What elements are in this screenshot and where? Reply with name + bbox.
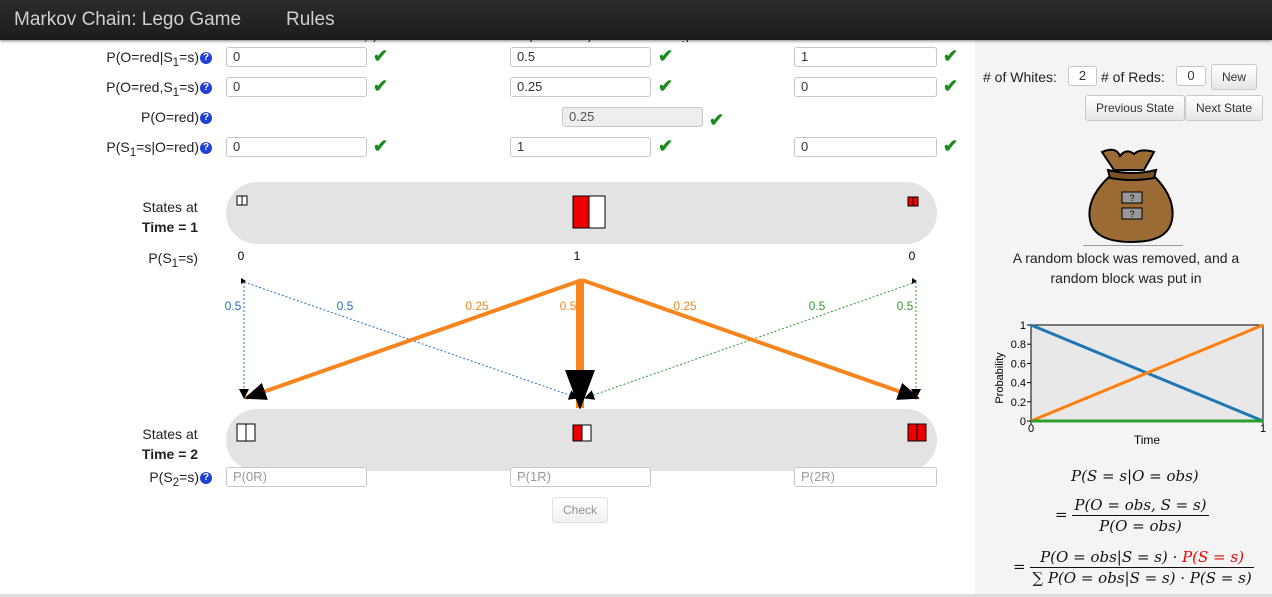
chart-y-tick-label: 0.2 — [1011, 397, 1026, 409]
svg-text:?: ? — [1129, 209, 1134, 219]
chart-x-tick-label: 0 — [1028, 423, 1034, 435]
bag-divider — [1083, 245, 1183, 246]
p-s2-label: P(S2=s)? — [149, 469, 212, 489]
whites-count-input[interactable]: 2 — [1068, 66, 1097, 86]
p-2r-input[interactable]: P(2R) — [794, 467, 937, 487]
formula-line-2: = P(O = obs, S = s) P(O = obs) — [1055, 496, 1209, 535]
reds-label: # of Reds: — [1101, 69, 1165, 85]
p-0r-input[interactable]: P(0R) — [226, 467, 367, 487]
bag-tag-1: ? — [1121, 191, 1143, 204]
chart-y-tick-label: 0 — [1020, 416, 1026, 428]
chart-x-tick-label: 1 — [1260, 423, 1266, 435]
chart-y-tick-label: 0.8 — [1011, 339, 1026, 351]
chart-y-tick-label: 0.6 — [1011, 358, 1026, 370]
nav-rules-link[interactable]: Rules — [286, 9, 335, 31]
chart-y-axis-label: Probability — [994, 352, 1006, 404]
bag-caption: A random block was removed, and a random… — [1012, 250, 1240, 286]
formula-line-3: = P(O = obs|S = s) · P(S = s) ∑ P(O = obs… — [1013, 548, 1254, 587]
top-navbar: Markov Chain: Lego Game Rules — [0, 0, 1272, 40]
bag-tag-2: ? — [1121, 207, 1143, 220]
reds-count-input[interactable]: 0 — [1176, 66, 1206, 86]
chart-x-axis-label: Time — [1134, 433, 1161, 447]
chart-y-tick-label: 1 — [1020, 320, 1026, 332]
state-1-red-block — [572, 424, 592, 442]
state-0-red-block — [236, 423, 256, 442]
chart-y-tick-label: 0.4 — [1011, 378, 1026, 390]
check-button[interactable]: Check — [552, 497, 608, 523]
probability-chart: 0 0.2 0.4 0.6 0.8 1 0 1 Time Probability — [994, 320, 1266, 447]
whites-label: # of Whites: — [983, 69, 1057, 85]
svg-text:?: ? — [1129, 193, 1134, 203]
p-1r-input[interactable]: P(1R) — [510, 467, 651, 487]
state-2-red-block — [907, 423, 927, 442]
next-state-button[interactable]: Next State — [1185, 95, 1263, 121]
states-time-2-blocks — [236, 423, 927, 442]
formula-line-1: P(S = s|O = obs) — [1071, 467, 1199, 485]
app-brand[interactable]: Markov Chain: Lego Game — [14, 9, 241, 31]
help-icon[interactable]: ? — [200, 472, 212, 485]
bag-icon: ? ? — [1088, 148, 1174, 244]
new-button[interactable]: New — [1211, 64, 1257, 90]
previous-state-button[interactable]: Previous State — [1085, 95, 1185, 121]
